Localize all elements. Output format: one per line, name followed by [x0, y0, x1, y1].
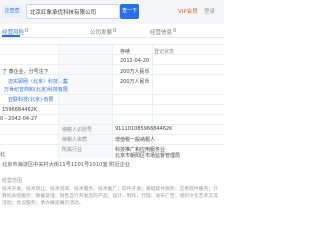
scope-label: 经营范围 [2, 178, 23, 184]
tab-active-indicator [2, 35, 20, 37]
tab-operations-count: 0 [173, 28, 177, 34]
table-divider [58, 45, 59, 158]
tab-business-risk-count: 0 [25, 28, 29, 34]
row-line [0, 134, 224, 135]
brand-logo[interactable]: 企查查 [2, 5, 22, 18]
vip-link[interactable]: VIP会员 [178, 7, 198, 15]
left-code: 北 [0, 152, 6, 158]
tab-development[interactable]: 公司发展 [90, 28, 112, 36]
row-line [0, 94, 224, 95]
business-scope: 技术开发、技术转让、技术咨询、技术服务、技术推广；软件开发；基础软件服务；应用软… [2, 187, 218, 206]
taxpayer-id-label: 纳税人识别号 [62, 127, 93, 133]
industry-label: 所属行业 [62, 147, 83, 153]
row-line [0, 104, 224, 105]
tab-operations[interactable]: 经营信息 [150, 28, 172, 36]
tab-development-count: 0 [113, 28, 117, 34]
business-term: 0 - 2042-04-27 [0, 116, 38, 122]
paid-capital-value: 200万人民币 [120, 79, 150, 85]
login-link[interactable]: 登录 [204, 7, 215, 15]
left-code: 1596684462K [2, 107, 38, 113]
shareholder-text: 了 泰企业，分号注下 [2, 69, 49, 75]
registered-address: 北京市海淀区中关村大街11号1101号1010室 附近企业 [2, 162, 131, 168]
top-bar: 企查查 北京红象承优科技有限公司 查一下 VIP会员 登录 [0, 0, 224, 24]
search-value: 北京红象承优科技有限公司 [30, 10, 97, 16]
registration-authority-value: 北京市朝阳区市场监督管理局 [115, 153, 181, 159]
row-line [0, 144, 224, 145]
founded-value: 2012-04-20 [120, 58, 150, 64]
taxpayer-id-value: 91110108596684462K [115, 126, 173, 132]
row-line [0, 64, 224, 65]
status-value: 存续 [120, 49, 131, 55]
search-input[interactable]: 北京红象承优科技有限公司 [26, 4, 120, 19]
company-info-table: 登记状态 存续 2012-04-20 200万人民币 200万人民币 了 泰企业… [0, 44, 224, 159]
shareholder-link[interactable]: 万世纪曾商知(北京)科技有限 [4, 86, 68, 93]
registered-capital-value: 200万人民币 [120, 69, 150, 75]
row-line [0, 54, 224, 55]
shareholder-link[interactable]: 亚联科技(北京)·有限 [8, 96, 54, 103]
shareholder-link[interactable]: 迈实顾网（北京）科技…集 [8, 78, 68, 85]
table-divider [112, 45, 113, 158]
section-tabs: 经营风险 0 公司发展 0 经营信息 0 [0, 26, 224, 38]
row-line [0, 114, 224, 115]
status-label: 登记状态 [154, 49, 175, 55]
search-button[interactable]: 查一下 [120, 4, 139, 19]
row-line [0, 124, 224, 125]
taxpayer-type-label: 纳税人资质 [62, 137, 88, 143]
taxpayer-type-value: 增值税一般纳税人 [115, 137, 156, 143]
